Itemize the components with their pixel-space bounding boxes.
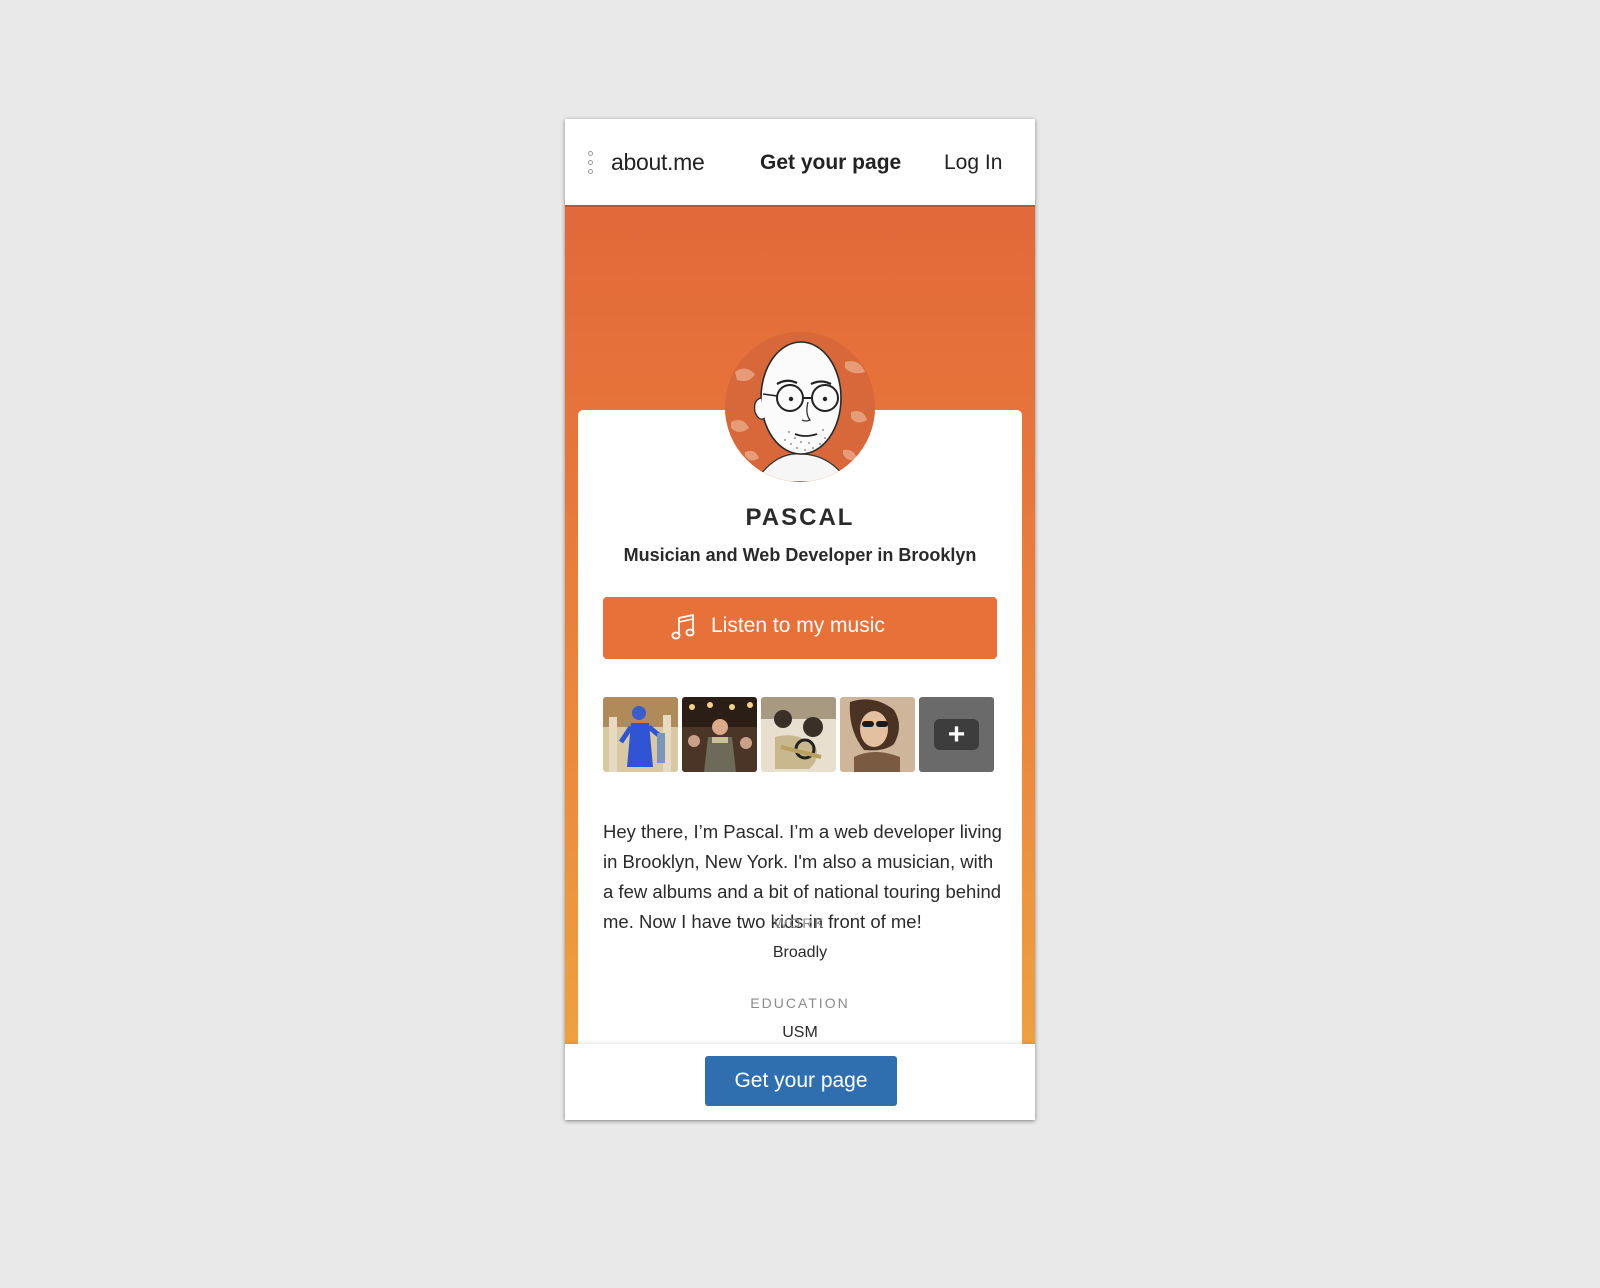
menu-icon[interactable] <box>588 151 594 177</box>
gallery-photo[interactable] <box>840 697 915 772</box>
get-your-page-button[interactable]: Get your page <box>705 1056 897 1106</box>
bottom-cta-bar: Get your page <box>565 1044 1035 1120</box>
avatar <box>725 332 875 482</box>
login-link[interactable]: Log In <box>944 151 1002 175</box>
work-label: WORK <box>774 915 826 931</box>
plus-icon: + <box>934 719 979 750</box>
logo[interactable]: about.me <box>611 149 705 176</box>
top-navigation: about.me Get your page Log In <box>565 119 1035 207</box>
education-label: EDUCATION <box>750 995 850 1011</box>
work-value: Broadly <box>772 944 828 961</box>
photo-gallery: + <box>603 697 999 772</box>
listen-music-label: Listen to my music <box>711 614 885 637</box>
phone-frame: about.me Get your page Log In PASCAL Mus… <box>565 119 1035 1120</box>
more-photos-button[interactable]: + <box>919 697 994 772</box>
profile-tagline: Musician and Web Developer in Brooklyn <box>623 545 977 565</box>
education-value: USM <box>782 1024 818 1041</box>
profile-name: PASCAL <box>745 504 855 531</box>
gallery-photo[interactable] <box>682 697 757 772</box>
gallery-photo[interactable] <box>603 697 678 772</box>
gallery-photo[interactable] <box>761 697 836 772</box>
get-your-page-link[interactable]: Get your page <box>760 151 901 175</box>
music-note-icon <box>671 614 695 640</box>
listen-music-button[interactable]: Listen to my music <box>603 597 997 659</box>
hero-background: PASCAL Musician and Web Developer in Bro… <box>565 207 1035 1120</box>
